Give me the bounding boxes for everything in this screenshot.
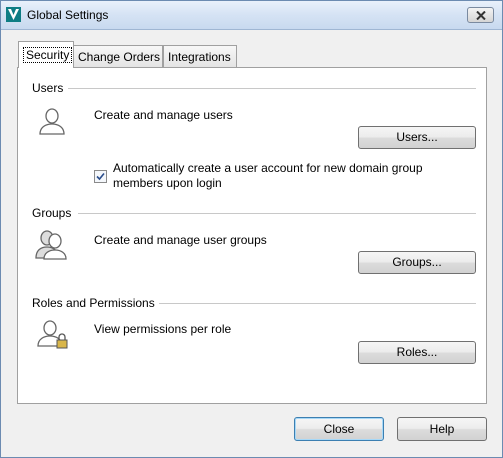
user-icon: [39, 108, 65, 135]
security-panel: Users Create and manage users Users... A…: [17, 67, 487, 404]
groups-description: Create and manage user groups: [94, 233, 267, 247]
group-icon: [35, 230, 67, 260]
groups-button[interactable]: Groups...: [358, 251, 476, 274]
tab-change-orders[interactable]: Change Orders: [73, 45, 163, 67]
close-button[interactable]: Close: [294, 417, 384, 441]
window-title: Global Settings: [27, 8, 109, 22]
tab-integrations[interactable]: Integrations: [163, 45, 237, 67]
auto-create-user-label: Automatically create a user account for …: [113, 161, 423, 190]
global-settings-dialog: Global Settings Security Change Orders I…: [0, 0, 503, 458]
auto-create-user-checkbox[interactable]: [94, 170, 107, 183]
groups-section-heading: Groups: [32, 206, 72, 220]
users-section-heading: Users: [32, 81, 64, 95]
tab-change-orders-label: Change Orders: [78, 50, 161, 64]
checkmark-icon: [96, 172, 105, 181]
close-window-button[interactable]: [467, 7, 494, 23]
user-lock-icon: [37, 320, 68, 349]
help-button[interactable]: Help: [397, 417, 487, 441]
tab-integrations-label: Integrations: [168, 50, 231, 64]
close-icon: [476, 11, 486, 20]
roles-section-heading: Roles and Permissions: [32, 296, 155, 310]
roles-description: View permissions per role: [94, 322, 232, 336]
users-button[interactable]: Users...: [358, 126, 476, 149]
app-icon: [6, 7, 21, 22]
groups-divider: [78, 213, 476, 214]
users-description: Create and manage users: [94, 108, 233, 122]
tab-security[interactable]: Security: [18, 41, 74, 68]
title-bar[interactable]: Global Settings: [1, 1, 502, 30]
tab-security-label: Security: [23, 47, 73, 63]
roles-divider: [159, 303, 476, 304]
users-divider: [68, 88, 476, 89]
roles-button[interactable]: Roles...: [358, 341, 476, 364]
